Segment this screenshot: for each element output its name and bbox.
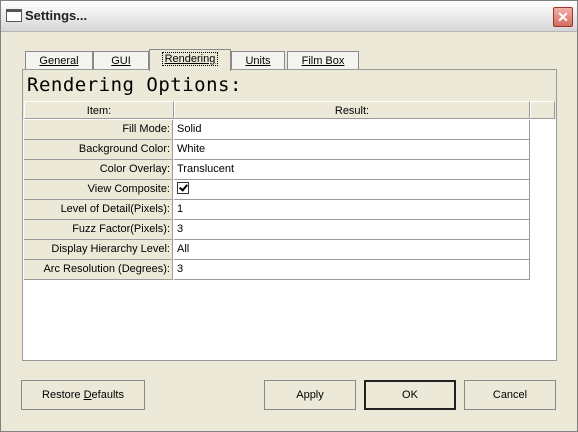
row-item-fill-mode: Fill Mode: <box>24 120 173 140</box>
column-header-spacer <box>530 101 555 119</box>
row-result-view-composite <box>174 180 530 200</box>
tab-gui[interactable]: GUI <box>93 51 149 70</box>
rendering-panel: Rendering Options: Item: Result: Fill Mo… <box>22 69 557 361</box>
settings-dialog: Settings... ✕ General GUI Rendering Unit… <box>0 0 578 432</box>
column-header-result[interactable]: Result: <box>174 101 530 119</box>
view-composite-checkbox[interactable] <box>177 182 189 195</box>
title-bar[interactable]: Settings... ✕ <box>1 1 577 32</box>
column-header-item[interactable]: Item: <box>24 101 174 119</box>
row-item-fuzz-factor: Fuzz Factor(Pixels): <box>24 220 173 240</box>
restore-defaults-button[interactable]: Restore Defaults <box>21 380 145 410</box>
ok-button[interactable]: OK <box>364 380 456 410</box>
tab-general-label: General <box>39 55 79 67</box>
row-result-fill-mode[interactable]: Solid <box>174 120 530 140</box>
restore-defaults-label-pre: Restore <box>42 389 84 401</box>
row-result-arc-resolution[interactable]: 3 <box>174 260 530 280</box>
panel-title: Rendering Options: <box>27 74 242 96</box>
row-result-fuzz-factor[interactable]: 3 <box>174 220 530 240</box>
close-button[interactable]: ✕ <box>553 7 573 27</box>
tab-film-box[interactable]: Film Box <box>287 51 359 70</box>
row-result-level-of-detail[interactable]: 1 <box>174 200 530 220</box>
options-list: Fill Mode: Solid Background Color: White… <box>23 119 556 360</box>
row-item-display-hierarchy-level: Display Hierarchy Level: <box>24 240 173 260</box>
tab-general[interactable]: General <box>25 51 93 70</box>
row-item-color-overlay: Color Overlay: <box>24 160 173 180</box>
row-item-background-color: Background Color: <box>24 140 173 160</box>
apply-button[interactable]: Apply <box>264 380 356 410</box>
row-item-arc-resolution: Arc Resolution (Degrees): <box>24 260 173 280</box>
tab-rendering-label: Rendering <box>161 52 219 66</box>
tab-gui-label: GUI <box>111 55 131 67</box>
window-icon <box>6 9 22 22</box>
row-result-display-hierarchy-level[interactable]: All <box>174 240 530 260</box>
row-item-view-composite: View Composite: <box>24 180 173 200</box>
tab-units-label: Units <box>245 55 271 67</box>
close-icon: ✕ <box>557 9 569 25</box>
window-title: Settings... <box>25 8 88 23</box>
row-result-background-color[interactable]: White <box>174 140 530 160</box>
tab-units[interactable]: Units <box>231 51 285 70</box>
restore-defaults-label-post: efaults <box>91 389 124 401</box>
tab-rendering[interactable]: Rendering <box>149 49 231 71</box>
cancel-button[interactable]: Cancel <box>464 380 556 410</box>
restore-defaults-label-accel: D <box>83 389 92 401</box>
row-result-color-overlay[interactable]: Translucent <box>174 160 530 180</box>
row-item-level-of-detail: Level of Detail(Pixels): <box>24 200 173 220</box>
tab-film-box-label: Film Box <box>301 55 345 67</box>
